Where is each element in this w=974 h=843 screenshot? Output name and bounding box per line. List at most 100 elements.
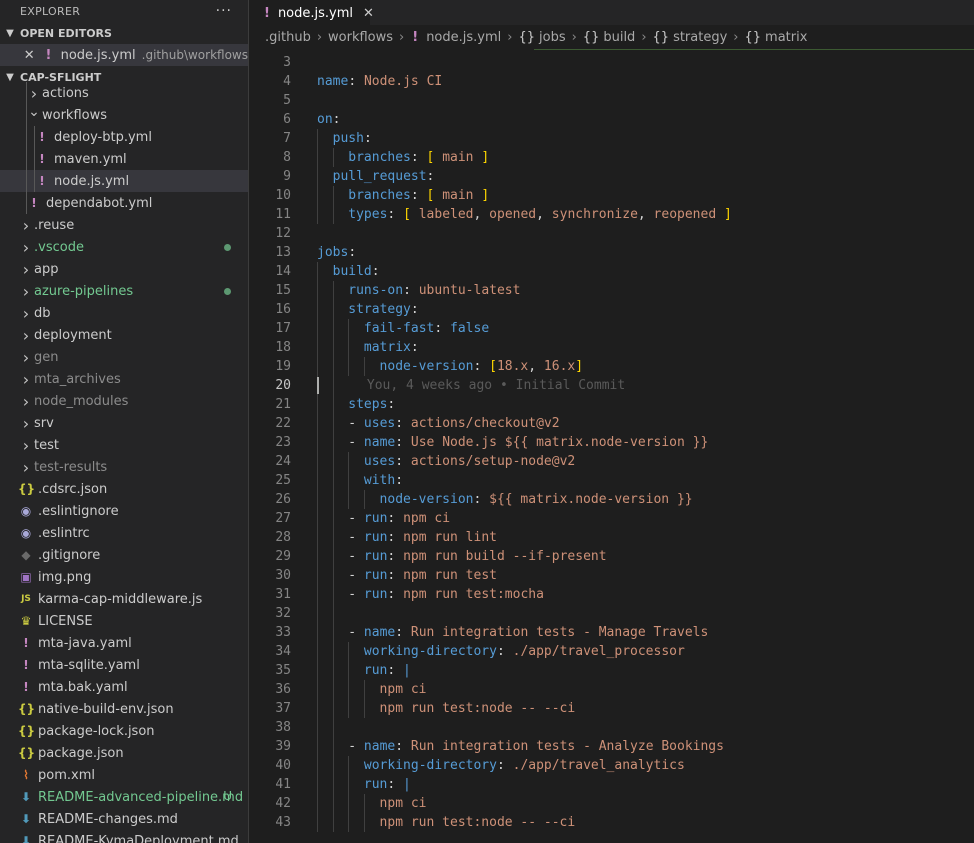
code-token: uses	[363, 416, 396, 431]
tree-item[interactable]: › gen	[0, 346, 248, 368]
code-line: 36 npm ci	[249, 680, 974, 699]
indent-guide	[332, 300, 334, 319]
tree-item[interactable]: ! dependabot.yml	[0, 192, 248, 214]
tree-item[interactable]: ! mta.bak.yaml	[0, 676, 248, 698]
tree-item[interactable]: › node_modules	[0, 390, 248, 412]
tree-item-label: package.json	[38, 745, 124, 761]
tree-item[interactable]: › test-results	[0, 456, 248, 478]
tree-item[interactable]: › .vscode	[0, 236, 248, 258]
code-token: 18.x	[496, 359, 529, 374]
yaml-file-icon: !	[39, 152, 45, 166]
line-number: 12	[275, 226, 291, 241]
tree-item[interactable]: ⌇ pom.xml	[0, 764, 248, 786]
breadcrumb-item[interactable]: build	[603, 30, 635, 45]
tree-item[interactable]: › srv	[0, 412, 248, 434]
code-line: 11 types: [ labeled, opened, synchronize,…	[249, 205, 974, 224]
tree-item[interactable]: {} native-build-env.json	[0, 698, 248, 720]
chevron-right-icon[interactable]: ›	[18, 238, 34, 257]
code-line: 20 You, 4 weeks ago • Initial Commit	[249, 376, 974, 395]
line-number: 31	[275, 587, 291, 602]
tree-item[interactable]: ! node.js.yml	[0, 170, 248, 192]
code-line: 21 steps:	[249, 395, 974, 414]
breadcrumb-item[interactable]: jobs	[539, 30, 566, 45]
tree-item[interactable]: › mta_archives	[0, 368, 248, 390]
chevron-right-icon[interactable]: ›	[18, 282, 34, 301]
breadcrumb-item[interactable]: node.js.yml	[426, 30, 501, 45]
close-icon[interactable]: ✕	[363, 6, 374, 21]
tree-item[interactable]: ⬇ README-advanced-pipeline.md U	[0, 786, 248, 808]
close-icon[interactable]: ✕	[20, 48, 38, 63]
tree-item[interactable]: › db	[0, 302, 248, 324]
code-token: reopened	[653, 207, 724, 222]
code-token: run	[363, 587, 388, 602]
indent-guide	[332, 585, 334, 604]
tree-item[interactable]: › .reuse	[0, 214, 248, 236]
tree-item[interactable]: ! mta-sqlite.yaml	[0, 654, 248, 676]
tree-item[interactable]: ⬇ README-KymaDeployment.md	[0, 830, 248, 843]
tree-item[interactable]: › actions	[0, 82, 248, 104]
tree-item[interactable]: ♛ LICENSE	[0, 610, 248, 632]
chevron-down-icon: ▼	[6, 27, 14, 39]
code-token: pull_request	[332, 169, 427, 184]
code-content: npm run test:node -- --ci	[380, 813, 576, 832]
breadcrumb-item[interactable]: strategy	[673, 30, 727, 45]
code-content: - run: npm run test:mocha	[348, 585, 544, 604]
tree-item[interactable]: ▣ img.png	[0, 566, 248, 588]
chevron-right-icon[interactable]: ›	[18, 414, 34, 433]
indent-guide	[363, 813, 365, 832]
tree-item[interactable]: ◉ .eslintrc	[0, 522, 248, 544]
chevron-right-icon[interactable]: ›	[18, 326, 34, 345]
tree-item[interactable]: › test	[0, 434, 248, 456]
breadcrumb-item[interactable]: matrix	[765, 30, 807, 45]
breadcrumb-item[interactable]: workflows	[328, 30, 393, 45]
tree-item[interactable]: JS karma-cap-middleware.js	[0, 588, 248, 610]
tree-item[interactable]: {} package.json	[0, 742, 248, 764]
tree-item[interactable]: ◉ .eslintignore	[0, 500, 248, 522]
code-token: -	[348, 416, 364, 431]
chevron-right-icon[interactable]: ›	[18, 436, 34, 455]
code-editor[interactable]: 3 4 name: Node.js CI 5 6 on: 7 push: 8 branches: …	[249, 53, 974, 843]
tree-item[interactable]: {} .cdsrc.json	[0, 478, 248, 500]
explorer-title: EXPLORER	[20, 4, 81, 18]
open-editors-section-header[interactable]: ▼ OPEN EDITORS	[0, 22, 248, 44]
tree-item[interactable]: {} package-lock.json	[0, 720, 248, 742]
object-symbol-icon: {}	[652, 30, 670, 45]
tree-item[interactable]: › app	[0, 258, 248, 280]
chevron-right-icon[interactable]: ›	[18, 348, 34, 367]
chevron-right-icon[interactable]: ›	[18, 370, 34, 389]
breadcrumb: .github › workflows ›! node.js.yml › {} jobs › {}…	[249, 25, 974, 50]
tree-item[interactable]: ⬇ README-changes.md	[0, 808, 248, 830]
chevron-right-icon[interactable]: ›	[18, 216, 34, 235]
code-content: types: [ labeled, opened, synchronize, r…	[348, 205, 732, 224]
tree-item-label: README-advanced-pipeline.md	[38, 789, 244, 805]
chevron-right-icon[interactable]: ›	[26, 84, 42, 103]
chevron-down-icon[interactable]: ⌄	[26, 104, 42, 120]
code-token: ,	[473, 207, 490, 222]
code-token: :	[348, 245, 357, 260]
tree-item[interactable]: › azure-pipelines	[0, 280, 248, 302]
tree-item[interactable]: ! maven.yml	[0, 148, 248, 170]
tree-item[interactable]: ◆ .gitignore	[0, 544, 248, 566]
tree-item[interactable]: ! deploy-btp.yml	[0, 126, 248, 148]
tree-item[interactable]: ⌄ workflows	[0, 104, 248, 126]
indent-guide	[317, 566, 318, 585]
breadcrumb-item[interactable]: .github	[265, 30, 311, 45]
code-token: :	[395, 739, 411, 754]
code-token: :	[371, 264, 380, 279]
chevron-right-icon[interactable]: ›	[18, 392, 34, 411]
code-line: 28 - run: npm run lint	[249, 528, 974, 547]
tree-item[interactable]: ! mta-java.yaml	[0, 632, 248, 654]
tab-node-js-yml[interactable]: ! node.js.yml ✕	[249, 0, 374, 25]
chevron-right-icon[interactable]: ›	[18, 458, 34, 477]
more-actions-icon[interactable]: ···	[216, 3, 232, 19]
tree-item[interactable]: › deployment	[0, 324, 248, 346]
code-token: jobs	[317, 245, 349, 260]
indent-guide	[332, 186, 334, 205]
open-editor-item[interactable]: ✕ ! node.js.yml .github\workflows	[0, 44, 248, 66]
git-status-dot	[224, 244, 231, 251]
indent-guide	[332, 376, 334, 395]
chevron-right-icon[interactable]: ›	[18, 304, 34, 323]
code-token: ./app/travel_processor	[512, 644, 685, 659]
code-token: actions/setup-node@v2	[410, 454, 576, 469]
chevron-right-icon[interactable]: ›	[18, 260, 34, 279]
